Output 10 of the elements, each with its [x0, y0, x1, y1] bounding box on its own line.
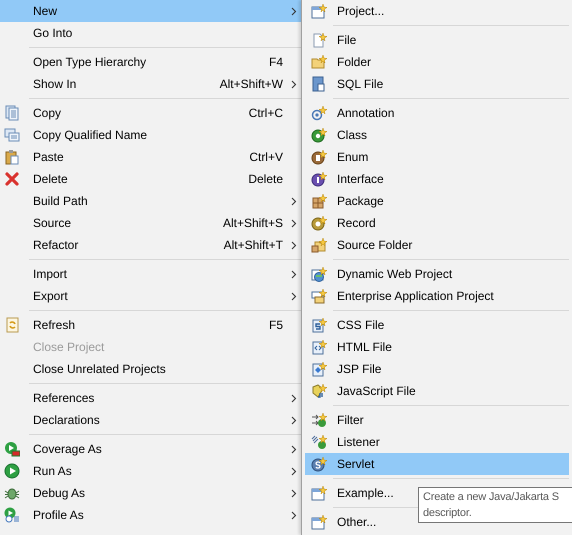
- shortcut-label: F5: [268, 317, 283, 334]
- shortcut-label: Alt+Shift+W: [220, 76, 283, 93]
- shortcut-label: Ctrl+V: [249, 149, 283, 166]
- shortcut-label: F4: [268, 54, 283, 71]
- shortcut-label: Delete: [248, 171, 283, 188]
- tooltip-text: descriptor.: [423, 506, 473, 521]
- shortcut-label: Alt+Shift+S: [222, 215, 283, 232]
- shortcut-label: Ctrl+C: [248, 105, 283, 122]
- shortcut-label: Alt+Shift+T: [224, 237, 283, 254]
- tooltip-text: Create a new Java/Jakarta S: [423, 490, 560, 505]
